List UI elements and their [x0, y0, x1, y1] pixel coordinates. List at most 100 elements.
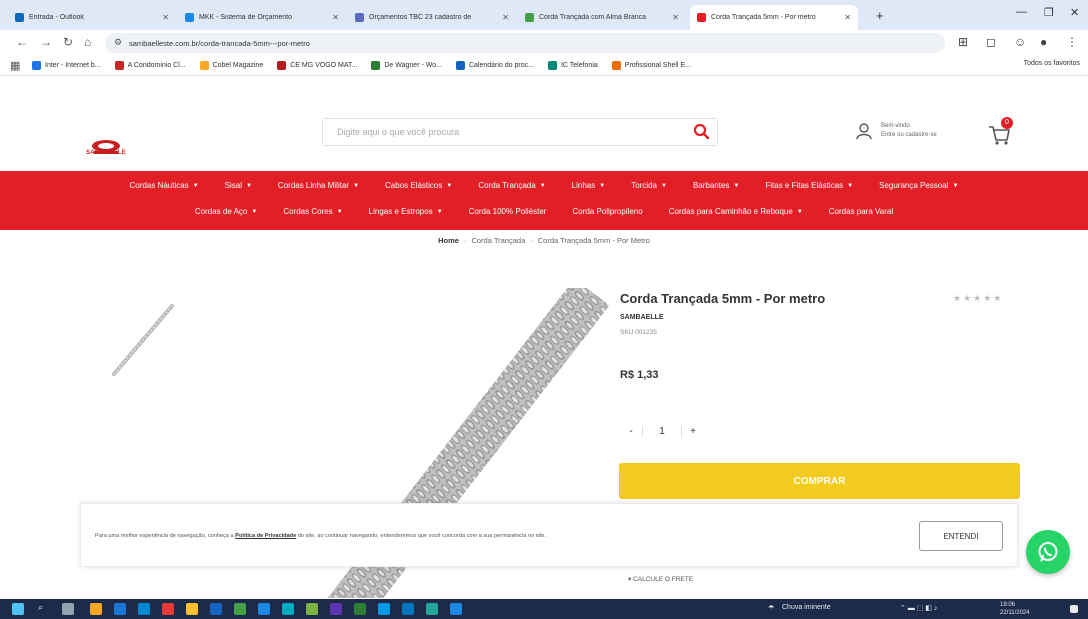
buy-button[interactable]: COMPRAR [619, 463, 1020, 499]
system-tray-icons[interactable]: ⌃ ▬ ⬚ ◧ ♪ [900, 604, 937, 612]
menu-item[interactable]: Corda Polipropileno [572, 207, 642, 216]
tab-close-icon[interactable]: ✕ [844, 13, 851, 22]
bookmark-item[interactable]: De Wagner - Wo... [371, 61, 442, 70]
new-tab-button[interactable]: + [876, 8, 884, 23]
account-link[interactable]: Bem-vindo Entre ou cadastre-se [855, 122, 937, 140]
bookmark-item[interactable]: Calendário do proc... [455, 61, 534, 70]
taskbar-app-icon[interactable] [450, 603, 462, 615]
taskbar-app-icon[interactable] [186, 603, 198, 615]
account-greeting: Bem-vindo [881, 123, 910, 129]
taskbar-app-icon[interactable] [162, 603, 174, 615]
taskbar-app-icon[interactable] [258, 603, 270, 615]
breadcrumb-category[interactable]: Corda Trançada [471, 236, 525, 245]
menu-item[interactable]: Sisal ▼ [225, 181, 252, 190]
maximize-icon[interactable]: ❐ [1044, 6, 1054, 19]
taskbar-app-icon[interactable] [426, 603, 438, 615]
start-icon[interactable] [12, 603, 24, 615]
menu-item[interactable]: Cordas de Aço ▼ [195, 207, 257, 216]
privacy-policy-link[interactable]: Política de Privacidade [235, 533, 296, 539]
bookmark-item[interactable]: Profissional Shell E... [611, 61, 691, 70]
forward-icon[interactable]: → [40, 35, 52, 49]
taskbar-app-icon[interactable] [282, 603, 294, 615]
extensions-icon[interactable]: ◻ [986, 35, 996, 49]
menu-item[interactable]: Lingas e Estropos ▼ [369, 207, 443, 216]
account-text: Bem-vindo Entre ou cadastre-se [881, 122, 937, 140]
chevron-down-icon: ▼ [660, 182, 667, 189]
calculate-shipping-link[interactable]: ▾ CALCULE O FRETE [628, 575, 693, 583]
taskbar-app-icon[interactable] [114, 603, 126, 615]
menu-item[interactable]: Corda Trançada ▼ [478, 181, 545, 190]
qty-decrease-button[interactable]: - [620, 426, 642, 437]
translate-icon[interactable]: ⊞ [958, 35, 968, 49]
bookmark-item[interactable]: Inter - Internet b... [32, 61, 101, 70]
task-view-icon[interactable] [62, 603, 74, 615]
rating-stars[interactable]: ★★★★★ [953, 293, 1003, 304]
menu-item[interactable]: Cordas para Caminhão e Reboque ▼ [669, 207, 803, 216]
menu-item[interactable]: Fitas e Fitas Elásticas ▼ [765, 181, 853, 190]
menu-item[interactable]: Cordas Cores ▼ [283, 207, 342, 216]
qty-increase-button[interactable]: + [682, 426, 704, 437]
back-icon[interactable]: ← [16, 35, 28, 49]
taskbar-app-icon[interactable] [354, 603, 366, 615]
taskbar-app-icon[interactable] [402, 603, 414, 615]
home-icon[interactable]: ⌂ [84, 35, 91, 49]
menu-item[interactable]: Corda 100% Poliéster [469, 207, 547, 216]
cookie-accept-button[interactable]: ENTENDI [919, 521, 1003, 551]
tab-close-icon[interactable]: ✕ [332, 13, 339, 22]
bookmark-item[interactable]: Cobel Magazine [199, 61, 263, 70]
browser-tab[interactable]: Corda Trançada 5mm - Por metro ✕ [690, 5, 858, 30]
taskbar-app-icon[interactable] [306, 603, 318, 615]
menu-item[interactable]: Linhas ▼ [572, 181, 606, 190]
taskbar-search-icon[interactable]: ⌕ [38, 602, 43, 613]
taskbar-app-icon[interactable] [90, 603, 102, 615]
taskbar-app-icon[interactable] [210, 603, 222, 615]
qty-input[interactable]: 1 [642, 425, 682, 437]
menu-item[interactable]: Cabos Elásticos ▼ [385, 181, 452, 190]
menu-item[interactable]: Cordas Náuticas ▼ [130, 181, 199, 190]
browser-tab[interactable]: Corda Trançada com Alma Branca ✕ [518, 5, 686, 30]
account-circle-icon[interactable]: ● [1040, 35, 1047, 49]
notifications-icon[interactable] [1070, 605, 1078, 613]
profile-icon[interactable]: ☺ [1014, 35, 1026, 49]
bookmark-item[interactable]: IC Telefonia [547, 61, 598, 70]
tab-close-icon[interactable]: ✕ [672, 13, 679, 22]
menu-item-label: Cordas de Aço [194, 207, 248, 216]
menu-item[interactable]: Torcida ▼ [631, 181, 667, 190]
close-window-icon[interactable]: ✕ [1070, 6, 1079, 19]
tab-close-icon[interactable]: ✕ [162, 13, 169, 22]
tab-close-icon[interactable]: ✕ [502, 13, 509, 22]
browser-tab[interactable]: MKK - Sistema de Orçamento ✕ [178, 5, 346, 30]
bookmark-favicon-icon [547, 61, 557, 70]
menu-item[interactable]: Cordas para Varal [829, 207, 893, 216]
taskbar-app-icon[interactable] [330, 603, 342, 615]
cookie-text-start: Para uma melhor experiência de navegação… [95, 533, 236, 539]
whatsapp-button[interactable] [1026, 530, 1070, 574]
menu-item[interactable]: Barbantes ▼ [693, 181, 739, 190]
browser-tab[interactable]: Entrada - Outlook ✕ [8, 5, 176, 30]
all-bookmarks-link[interactable]: Todos os favoritos [1024, 60, 1080, 67]
menu-item[interactable]: Cordas Linha Militar ▼ [278, 181, 359, 190]
bookmark-item[interactable]: CE MG VOGO MAT... [277, 61, 357, 70]
bookmark-item[interactable]: A Condominio Cl... [114, 61, 186, 70]
menu-item[interactable]: Segurança Pessoal ▼ [879, 181, 958, 190]
address-bar[interactable]: ⚙ sambaelleste.com.br/corda-trancada-5mm… [105, 33, 945, 53]
breadcrumb-home[interactable]: Home [438, 236, 459, 245]
product-thumbnail[interactable] [96, 294, 188, 386]
chevron-down-icon: ▼ [952, 182, 959, 189]
menu-item-label: Sisal [224, 181, 242, 190]
taskbar-app-icon[interactable] [138, 603, 150, 615]
taskbar-app-icon[interactable] [378, 603, 390, 615]
taskbar-app-icon[interactable] [234, 603, 246, 615]
search-input[interactable]: Digite aqui o que você procura [322, 118, 718, 146]
apps-icon[interactable]: ▦ [10, 59, 20, 72]
weather-text[interactable]: Chuva iminente [782, 604, 831, 611]
site-info-icon[interactable]: ⚙ [114, 37, 122, 48]
search-button[interactable] [692, 122, 712, 142]
product-brand[interactable]: SAMBAELLE [620, 314, 664, 321]
browser-tab[interactable]: Orçamentos TBC 23 cadastro de ✕ [348, 5, 516, 30]
reload-icon[interactable]: ↻ [63, 35, 73, 49]
minimize-icon[interactable]: — [1016, 6, 1027, 18]
tab-title: Orçamentos TBC 23 cadastro de [369, 14, 472, 21]
clock[interactable]: 19:06 22/11/2024 [1000, 601, 1030, 617]
menu-dots-icon[interactable]: ⋮ [1066, 35, 1078, 49]
